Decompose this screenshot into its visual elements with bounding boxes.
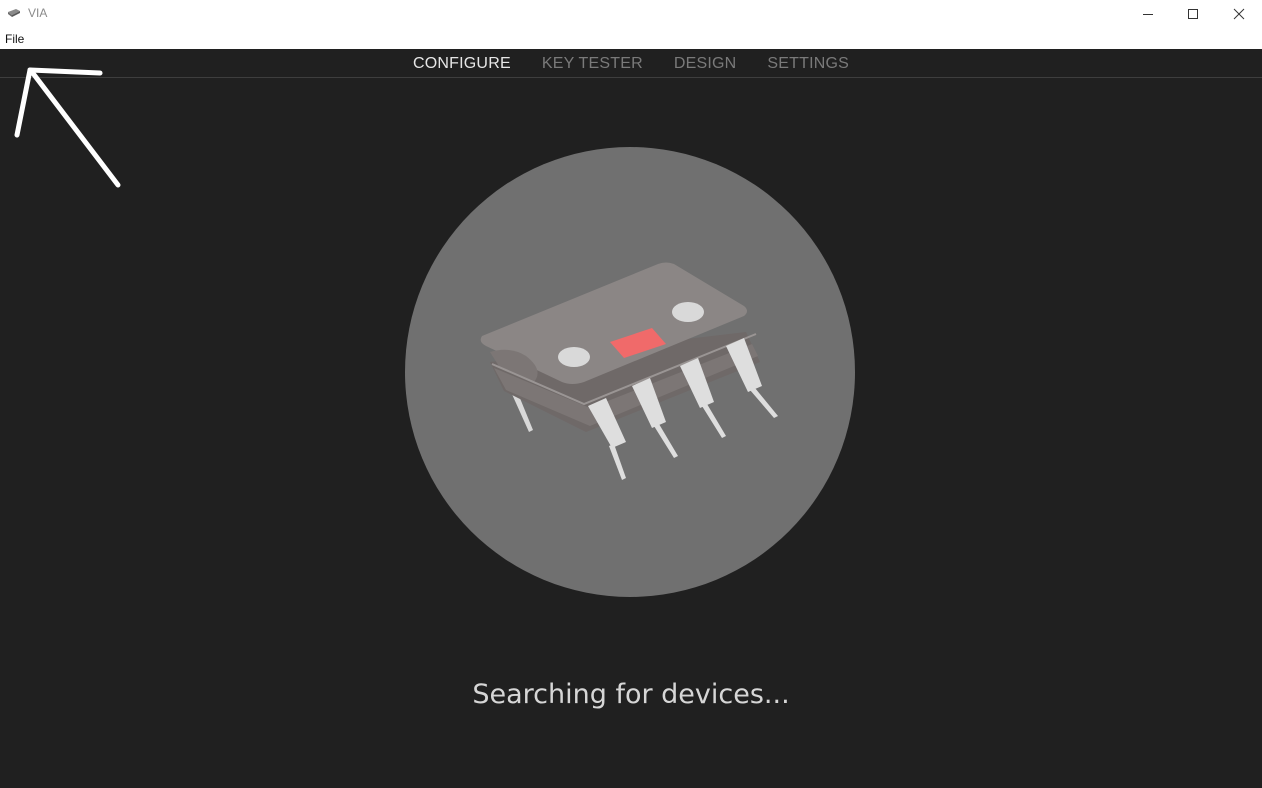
window-title: VIA xyxy=(28,6,48,20)
menu-bar: File xyxy=(0,27,1262,49)
status-message: Searching for devices... xyxy=(472,679,790,710)
close-icon xyxy=(1233,8,1245,19)
close-button[interactable] xyxy=(1216,0,1262,27)
tab-key-tester[interactable]: KEY TESTER xyxy=(542,54,643,73)
minimize-button[interactable] xyxy=(1125,0,1171,27)
minimize-icon xyxy=(1143,13,1153,15)
top-navigation: CONFIGURE KEY TESTER DESIGN SETTINGS xyxy=(0,49,1262,78)
tab-configure[interactable]: CONFIGURE xyxy=(413,54,511,73)
maximize-button[interactable] xyxy=(1170,0,1216,27)
app-content: CONFIGURE KEY TESTER DESIGN SETTINGS Sea… xyxy=(0,49,1262,788)
tab-design[interactable]: DESIGN xyxy=(674,54,737,73)
microchip-icon xyxy=(405,147,855,597)
menu-file[interactable]: File xyxy=(5,32,24,46)
title-bar: VIA xyxy=(0,0,1262,27)
tab-settings[interactable]: SETTINGS xyxy=(767,54,849,73)
keyboard-app-icon xyxy=(8,9,20,17)
maximize-icon xyxy=(1188,8,1198,19)
